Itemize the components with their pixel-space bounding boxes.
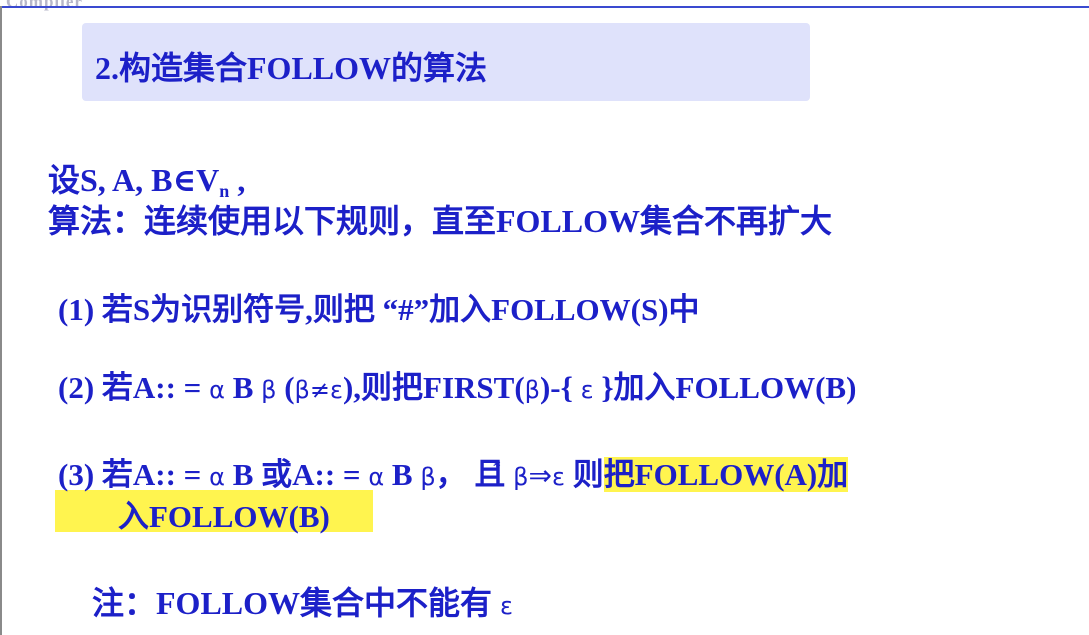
intro-line-1: 设S, A, B∈Vn , <box>48 155 245 202</box>
derives-arrow-icon: ⇒ <box>528 459 552 492</box>
intro-line-2: 算法：连续使用以下规则，直至FOLLOW集合不再扩大 <box>48 203 833 239</box>
top-divider <box>0 6 1089 8</box>
rule-3-part-d: ， 且 <box>435 457 514 492</box>
intro-suffix: , <box>229 162 246 198</box>
epsilon-symbol: ε <box>500 592 514 620</box>
rule-3-part-b: B 或A:: = <box>224 457 369 492</box>
rule-2-part-c: ( <box>276 370 295 405</box>
beta-symbol: β <box>524 376 540 404</box>
alpha-symbol: α <box>209 463 225 491</box>
beta-symbol: β <box>261 376 277 404</box>
epsilon-symbol: ε <box>551 463 565 491</box>
rule-3-line-2: 入FOLLOW(B) <box>118 491 330 536</box>
epsilon-symbol: ε <box>580 376 594 404</box>
alpha-symbol: α <box>209 376 225 404</box>
highlighted-text-1: 把FOLLOW(A)加 <box>603 457 849 492</box>
rule-2-part-f: }加入FOLLOW(B) <box>593 370 857 405</box>
rule-3-part-a: (3) 若A:: = <box>58 457 210 492</box>
slide-title: 2.构造集合FOLLOW的算法 <box>95 50 488 86</box>
note-text: 注：FOLLOW集合中不能有 <box>92 585 501 621</box>
rule-2-part-b: B <box>224 370 262 405</box>
rule-2-part-a: (2) 若A:: = <box>58 370 210 405</box>
beta-symbol: β <box>420 463 436 491</box>
left-border <box>0 6 2 635</box>
rule-3-part-e: 则 <box>564 457 604 492</box>
rule-2: (2) 若A:: = α B β (β≠ε),则把FIRST(β)-{ ε }加… <box>58 362 856 407</box>
rule-3-line-1: (3) 若A:: = α B 或A:: = α B β， 且 * β⇒ε 则把FO… <box>58 457 849 492</box>
rule-2-part-d: ),则把FIRST( <box>342 370 525 405</box>
note-line: 注：FOLLOW集合中不能有 ε <box>92 578 513 624</box>
rule-2-part-e: )-{ <box>539 370 581 405</box>
beta-symbol: β <box>294 376 310 404</box>
not-equal-symbol: ≠ <box>309 376 330 404</box>
epsilon-symbol: ε <box>329 376 343 404</box>
alpha-symbol: α <box>368 463 385 491</box>
intro-set-text: 设S, A, B∈V <box>48 162 220 198</box>
rule-3-part-c: B <box>384 457 421 492</box>
highlighted-text-2: 入FOLLOW(B) <box>118 499 330 534</box>
beta-symbol: β <box>513 463 529 491</box>
rule-1: (1) 若S为识别符号,则把 “#”加入FOLLOW(S)中 <box>58 292 700 327</box>
